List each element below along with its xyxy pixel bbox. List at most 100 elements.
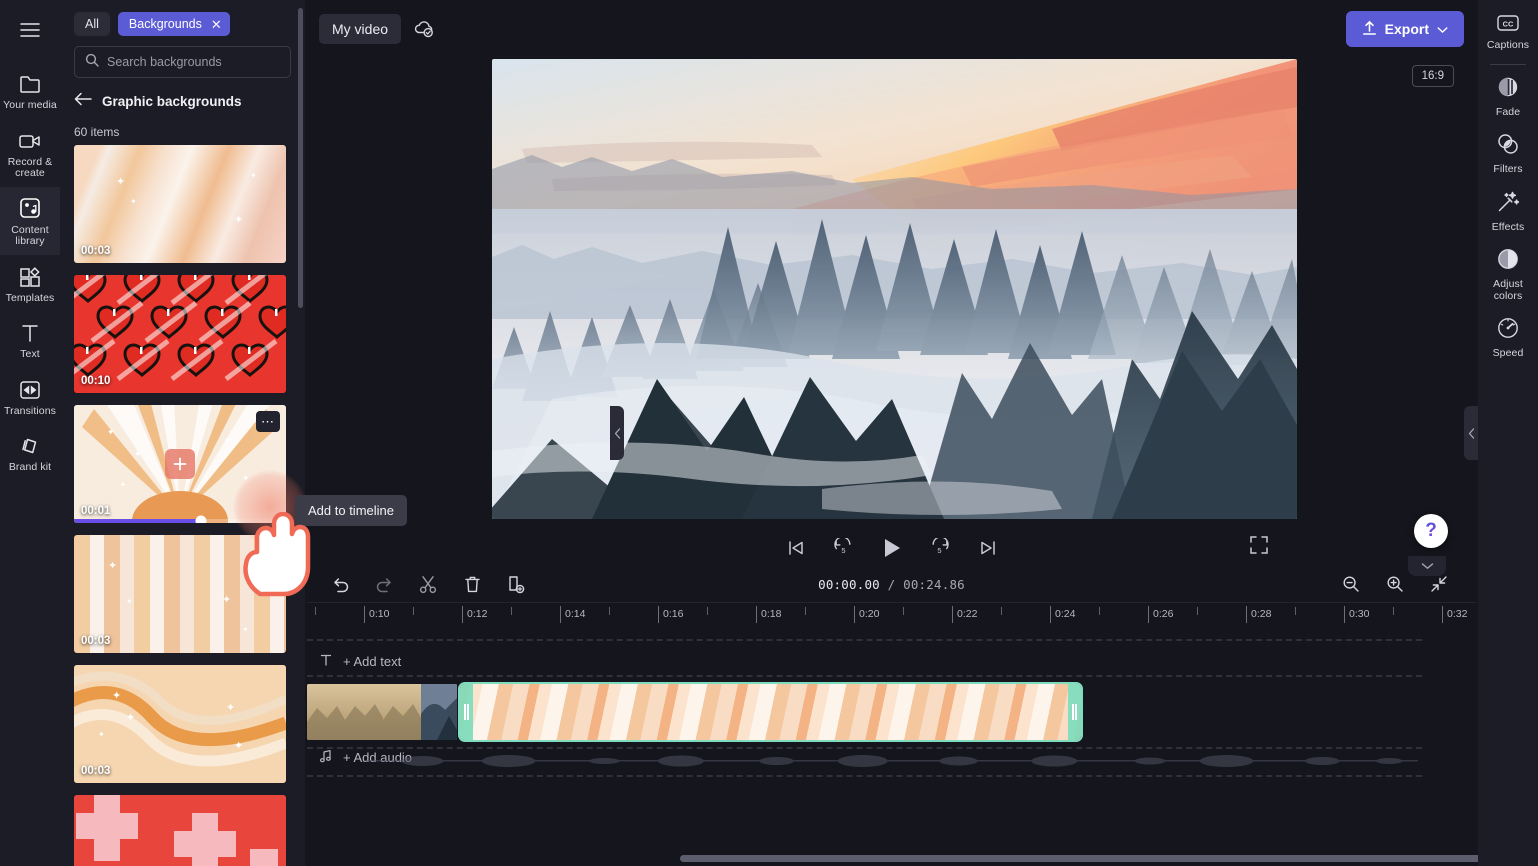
text-t-icon	[319, 653, 333, 670]
aspect-ratio-badge[interactable]: 16:9	[1411, 65, 1454, 87]
sidebar-item-content-library[interactable]: Content library	[0, 186, 60, 255]
add-text-track[interactable]: + Add text	[319, 653, 401, 670]
forward-5-icon[interactable]: 5	[927, 535, 953, 561]
timeline: 00:00.00 / 00:24.86 0:10 0:12 0:14 0:16 …	[305, 566, 1538, 866]
filter-chips: All Backgrounds ✕	[60, 0, 305, 44]
category-header: Graphic backgrounds	[60, 78, 305, 117]
chip-all[interactable]: All	[74, 12, 110, 36]
collapse-help-button[interactable]	[1408, 556, 1446, 576]
svg-text:✦: ✦	[224, 435, 232, 445]
sidebar-item-record-create[interactable]: Record & create	[0, 119, 60, 187]
tab-speed[interactable]: Speed	[1478, 308, 1538, 366]
project-name-field[interactable]: My video	[319, 14, 402, 44]
tab-effects[interactable]: Effects	[1478, 182, 1538, 240]
tab-filters[interactable]: Filters	[1478, 124, 1538, 182]
duplicate-icon[interactable]	[503, 571, 529, 597]
audio-waveform	[365, 754, 1418, 770]
current-time: 00:00.00	[818, 576, 880, 592]
clip-thumbnail	[307, 684, 457, 740]
rail-item-label: Captions	[1486, 39, 1530, 51]
replay-5-icon[interactable]: 5	[831, 535, 857, 561]
closed-captions-icon: CC	[1496, 14, 1520, 37]
svg-text:5: 5	[841, 546, 845, 555]
search-icon	[85, 53, 99, 72]
item-count: 60 items	[74, 125, 120, 139]
timeline-horizontal-scrollbar[interactable]	[680, 855, 1538, 862]
rail-item-label: Speed	[1492, 347, 1524, 359]
collapse-right-panel-button[interactable]	[1464, 406, 1478, 460]
scissors-icon[interactable]	[415, 571, 441, 597]
track-divider	[307, 675, 1422, 677]
list-item[interactable]	[74, 795, 286, 866]
sidebar-item-templates[interactable]: Templates	[0, 255, 60, 312]
music-note-icon	[319, 749, 333, 766]
ruler-tick: 0:14	[565, 608, 586, 620]
sidebar-item-label: Record & create	[7, 155, 53, 179]
ruler-tick: 0:24	[1055, 608, 1076, 620]
ruler-tick: 0:16	[663, 608, 684, 620]
timeline-tracks: + Add text + Add audio	[305, 627, 1478, 866]
clip-trim-handle-left[interactable]	[460, 684, 473, 740]
effects-wand-icon	[1496, 190, 1520, 219]
svg-text:✦: ✦	[112, 690, 121, 702]
chip-backgrounds[interactable]: Backgrounds ✕	[117, 12, 230, 36]
sidebar-item-label: Transitions	[3, 404, 57, 417]
clipchamp-editor: Your media Record & create Content libra…	[0, 0, 1538, 866]
sidebar-item-transitions[interactable]: Transitions	[0, 368, 60, 425]
track-divider	[307, 747, 1422, 749]
more-options-icon[interactable]: ⋯	[256, 411, 280, 432]
add-to-timeline-button[interactable]	[165, 449, 195, 479]
speedometer-icon	[1496, 316, 1520, 345]
zoom-out-icon[interactable]	[1338, 571, 1364, 597]
hamburger-menu-icon[interactable]	[8, 8, 52, 52]
search-backgrounds-container[interactable]	[74, 46, 291, 78]
sidebar-item-text[interactable]: Text	[0, 311, 60, 368]
table-row[interactable]	[307, 684, 457, 740]
collapse-left-panel-button[interactable]	[610, 406, 624, 460]
transitions-icon	[17, 377, 43, 403]
ruler-tick: 0:12	[467, 608, 488, 620]
duration-label: 00:03	[81, 765, 111, 777]
skip-previous-icon[interactable]	[783, 535, 809, 561]
timeline-ruler[interactable]: 0:10 0:12 0:14 0:16 0:18 0:20 0:22 0:24 …	[307, 602, 1476, 627]
clip-trim-handle-right[interactable]	[1068, 684, 1081, 740]
table-row[interactable]	[458, 682, 1083, 742]
divider	[1490, 63, 1526, 65]
skip-next-icon[interactable]	[975, 535, 1001, 561]
list-item[interactable]: 00:10	[74, 275, 286, 393]
arrow-left-icon[interactable]	[74, 92, 92, 111]
fullscreen-icon[interactable]	[1249, 535, 1273, 559]
tab-captions[interactable]: CC Captions	[1478, 6, 1538, 58]
search-input[interactable]	[107, 55, 280, 69]
svg-text:✦: ✦	[126, 712, 135, 724]
trash-icon[interactable]	[459, 571, 485, 597]
progress-fill	[74, 519, 202, 523]
text-t-icon	[17, 320, 43, 346]
sidebar-item-brand-kit[interactable]: Brand kit	[0, 424, 60, 481]
right-properties-rail: CC Captions Fade Filters Effects Adjust …	[1478, 0, 1538, 866]
close-x-icon[interactable]: ✕	[211, 18, 222, 31]
export-label: Export	[1384, 21, 1429, 37]
top-bar: My video Export	[305, 0, 1478, 58]
library-scrollbar[interactable]	[298, 8, 303, 308]
content-library-icon	[17, 196, 43, 222]
tab-adjust-colors[interactable]: Adjust colors	[1478, 239, 1538, 308]
export-button[interactable]: Export	[1345, 11, 1464, 47]
folder-icon	[17, 71, 43, 97]
ruler-tick: 0:30	[1349, 608, 1370, 620]
player-controls: 5 5	[305, 526, 1478, 570]
tab-fade[interactable]: Fade	[1478, 67, 1538, 125]
redo-icon[interactable]	[371, 571, 397, 597]
timeline-toolbar: 00:00.00 / 00:24.86	[305, 566, 1478, 602]
svg-text:✦: ✦	[107, 427, 115, 437]
undo-icon[interactable]	[327, 571, 353, 597]
zoom-in-icon[interactable]	[1382, 571, 1408, 597]
progress-knob[interactable]	[195, 515, 207, 523]
help-button[interactable]: ?	[1414, 514, 1448, 548]
fade-icon	[1496, 75, 1520, 104]
play-button[interactable]	[879, 535, 905, 561]
templates-icon	[17, 264, 43, 290]
list-item[interactable]: ✦ ✦ ✦ ✦ 00:03	[74, 145, 286, 263]
list-item[interactable]: ✦ ✦ ✦ ✦ ✦ 00:03	[74, 665, 286, 783]
sidebar-item-your-media[interactable]: Your media	[0, 62, 60, 119]
